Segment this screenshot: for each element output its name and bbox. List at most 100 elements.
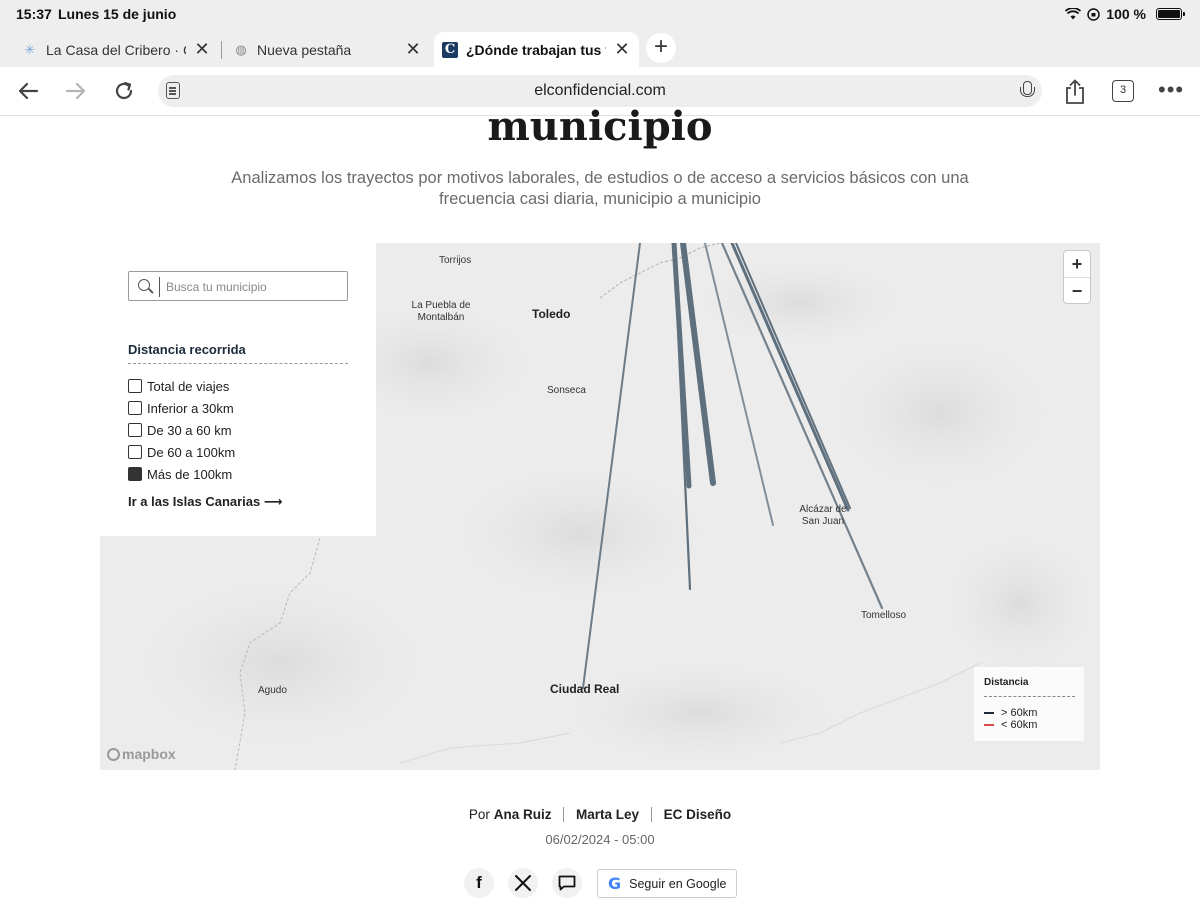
comment-icon xyxy=(558,875,576,891)
divider xyxy=(563,807,565,822)
author-link[interactable]: EC Diseño xyxy=(664,807,732,822)
google-icon: G xyxy=(608,874,622,893)
facebook-share-button[interactable]: f xyxy=(464,868,494,898)
filter-60-100km[interactable]: De 60 a 100km xyxy=(128,444,235,460)
legend-title: Distancia xyxy=(984,677,1029,688)
checkbox[interactable] xyxy=(128,423,142,437)
article-subtitle: Analizamos los trayectos por motivos lab… xyxy=(231,169,969,208)
x-share-button[interactable] xyxy=(508,868,538,898)
filter-label: De 30 a 60 km xyxy=(147,422,232,438)
status-date: Lunes 15 de junio xyxy=(58,6,177,22)
checkbox-checked[interactable] xyxy=(128,467,142,481)
article-headline: municipio xyxy=(487,103,713,150)
author-link[interactable]: Ana Ruiz xyxy=(494,807,552,822)
filter-30-60km[interactable]: De 30 a 60 km xyxy=(128,422,232,438)
place-agudo: Agudo xyxy=(258,685,287,696)
x-icon xyxy=(515,875,531,891)
legend-label: > 60km xyxy=(1001,707,1038,719)
filter-label: Inferior a 30km xyxy=(147,400,234,416)
elconfidencial-icon: C xyxy=(442,41,458,58)
map-legend: Distancia > 60km < 60km xyxy=(974,667,1084,741)
legend-label: < 60km xyxy=(1001,719,1038,731)
municipality-search[interactable] xyxy=(128,271,348,301)
arrow-left-icon xyxy=(18,82,39,100)
divider xyxy=(984,696,1075,697)
mapbox-attribution: mapbox xyxy=(122,746,176,762)
place-ciudad-real: Ciudad Real xyxy=(550,682,620,696)
filter-label: Más de 100km xyxy=(147,466,233,482)
byline: Por Ana Ruiz Marta Ley EC Diseño xyxy=(0,807,1200,822)
close-tab-icon[interactable]: ✕ xyxy=(613,40,631,58)
place-sonseca: Sonseca xyxy=(547,385,586,396)
legend-swatch xyxy=(984,712,994,714)
map-control-panel: Distancia recorrida Total de viajes Infe… xyxy=(100,243,376,536)
byline-prefix: Por xyxy=(468,807,490,822)
checkbox[interactable] xyxy=(128,401,142,415)
commute-map[interactable]: Torrijos La Puebla de Montalbán Toledo S… xyxy=(100,243,1100,770)
tab-title: ¿Dónde trabajan tus ve xyxy=(466,41,606,58)
share-icon xyxy=(1066,79,1084,104)
facebook-icon: f xyxy=(476,873,482,892)
status-indicators: 100 % xyxy=(1065,6,1185,22)
close-tab-icon[interactable]: ✕ xyxy=(193,40,211,58)
follow-google-button[interactable]: G Seguir en Google xyxy=(597,869,737,898)
status-time: 15:37 xyxy=(16,6,52,22)
tab-la-casa-del-cribero[interactable]: ✳ La Casa del Cribero · Ca ✕ xyxy=(14,32,219,67)
tab-active-article[interactable]: C ¿Dónde trabajan tus ve ✕ xyxy=(434,32,639,67)
forward-button[interactable] xyxy=(62,77,90,105)
share-row: f G Seguir en Google xyxy=(0,868,1200,899)
close-tab-icon[interactable]: ✕ xyxy=(404,40,422,58)
reload-button[interactable] xyxy=(110,77,138,105)
tab-title: Nueva pestaña xyxy=(257,41,352,58)
place-torrijos: Torrijos xyxy=(439,255,472,266)
share-button[interactable] xyxy=(1064,79,1086,105)
globe-icon: ◍ xyxy=(235,41,247,57)
distance-filter-title: Distancia recorrida xyxy=(128,342,246,357)
tab-nueva-pestana[interactable]: ◍ Nueva pestaña ✕ xyxy=(225,32,430,67)
checkbox[interactable] xyxy=(128,445,142,459)
wifi-icon xyxy=(1065,8,1082,20)
legend-item-under-60: < 60km xyxy=(984,719,1037,731)
tab-overview-button[interactable]: 3 xyxy=(1112,80,1134,102)
microphone-icon[interactable] xyxy=(1020,81,1035,101)
comments-button[interactable] xyxy=(552,868,582,898)
filter-label: De 60 a 100km xyxy=(147,444,236,460)
filter-label: Total de viajes xyxy=(147,378,230,394)
mapbox-logo[interactable]: mapbox xyxy=(107,746,176,762)
place-toledo: Toledo xyxy=(532,307,571,321)
filter-total-viajes[interactable]: Total de viajes xyxy=(128,378,229,394)
divider xyxy=(650,807,652,822)
battery-percent: 100 % xyxy=(1106,6,1146,22)
zoom-in-button[interactable]: + xyxy=(1064,251,1090,277)
mapbox-icon xyxy=(107,747,120,761)
arrow-right-icon xyxy=(65,82,86,100)
place-montalban: Montalbán xyxy=(417,312,465,323)
publication-date: 06/02/2024 - 05:00 xyxy=(545,832,655,847)
filter-mas-100km[interactable]: Más de 100km xyxy=(128,466,232,482)
place-tomelloso: Tomelloso xyxy=(861,610,907,621)
tab-bar: ✳ La Casa del Cribero · Ca ✕ ◍ Nueva pes… xyxy=(0,28,1200,67)
url-text[interactable]: elconfidencial.com xyxy=(158,82,1042,100)
place-san-juan: San Juan xyxy=(801,516,845,527)
orientation-lock-icon xyxy=(1087,7,1101,21)
new-tab-button[interactable]: + xyxy=(646,33,676,63)
status-bar: 15:37 Lunes 15 de junio 100 % xyxy=(0,0,1200,28)
search-input[interactable] xyxy=(159,277,339,297)
reload-icon xyxy=(115,81,133,100)
place-la-puebla-de: La Puebla de xyxy=(411,300,471,311)
place-alcazar-de: Alcázar de xyxy=(799,504,847,515)
divider xyxy=(128,363,348,364)
search-icon xyxy=(138,279,150,291)
loading-icon: ✳ xyxy=(24,41,36,57)
legend-swatch xyxy=(984,724,994,726)
tab-separator xyxy=(221,41,222,59)
more-options-icon[interactable]: ••• xyxy=(1158,77,1184,103)
legend-item-over-60: > 60km xyxy=(984,707,1037,719)
checkbox[interactable] xyxy=(128,379,142,393)
tab-title: La Casa del Cribero · Ca xyxy=(46,41,186,58)
canarias-link[interactable]: Ir a las Islas Canarias ⟶ xyxy=(128,494,283,510)
author-link[interactable]: Marta Ley xyxy=(576,807,639,822)
filter-inferior-30km[interactable]: Inferior a 30km xyxy=(128,400,234,416)
zoom-out-button[interactable]: − xyxy=(1064,277,1090,303)
back-button[interactable] xyxy=(14,77,42,105)
